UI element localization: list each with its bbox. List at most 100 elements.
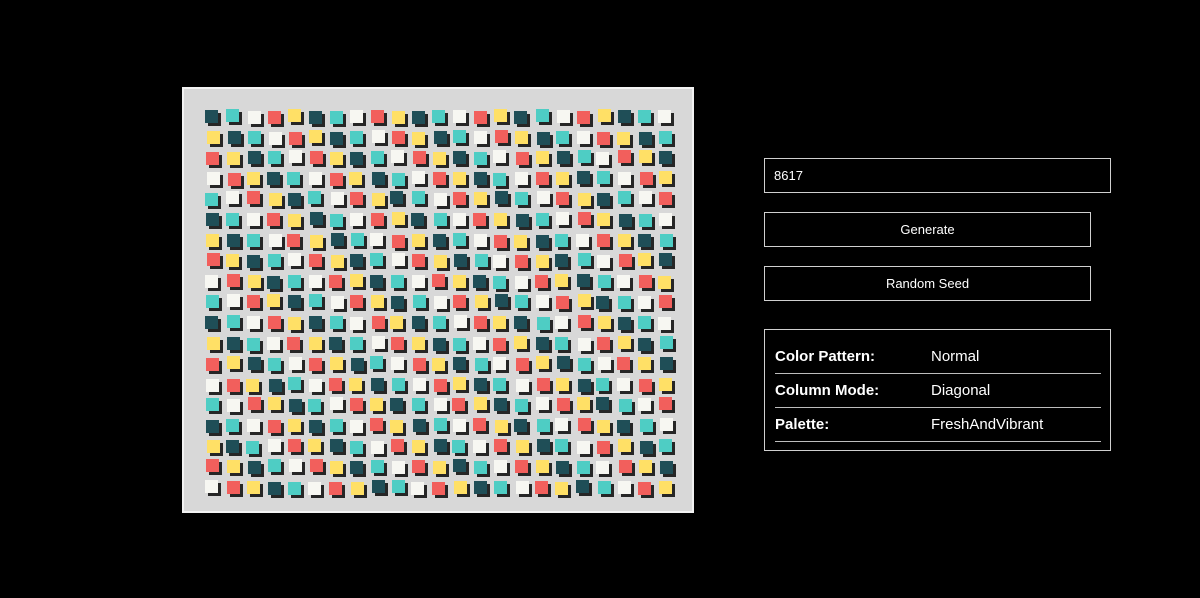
tile (350, 213, 364, 226)
tile (226, 152, 240, 166)
tile (391, 150, 405, 164)
tile (330, 192, 344, 206)
tile (555, 336, 569, 350)
tile (369, 356, 383, 370)
tile (473, 461, 487, 475)
tile (660, 461, 674, 475)
tile (617, 357, 630, 371)
tile (454, 254, 468, 268)
tile (453, 232, 467, 246)
tile (516, 358, 529, 372)
tile (248, 130, 262, 144)
tile (205, 274, 218, 288)
tile (637, 253, 651, 267)
tile (392, 111, 406, 124)
tile (659, 295, 673, 309)
tile (226, 294, 240, 308)
tile (309, 420, 322, 433)
tile (289, 150, 303, 164)
tile (391, 438, 405, 452)
tile (535, 151, 549, 165)
tile (267, 151, 281, 165)
tile (309, 358, 322, 372)
tile (369, 398, 383, 412)
tile (453, 274, 467, 288)
tile (515, 130, 528, 144)
tile (556, 171, 570, 185)
tile (618, 191, 631, 205)
tile (413, 377, 426, 391)
tile (248, 461, 262, 475)
tile (309, 316, 322, 329)
tile (536, 419, 550, 432)
tile (330, 255, 344, 269)
tile (246, 440, 260, 454)
tile (308, 399, 321, 413)
tile (350, 273, 364, 287)
tile (390, 398, 404, 412)
tile (288, 481, 302, 495)
tile (555, 254, 569, 268)
tile (412, 398, 425, 412)
tile (556, 192, 570, 206)
tile (575, 233, 589, 247)
tile (432, 461, 446, 475)
tile (329, 214, 343, 227)
tile (617, 274, 630, 288)
tile (433, 130, 447, 144)
tile (557, 398, 571, 412)
tile (576, 111, 590, 124)
tile (308, 438, 321, 452)
tile (329, 419, 343, 432)
tile (287, 171, 301, 185)
tile (266, 294, 280, 308)
tile (350, 130, 364, 144)
tile (536, 131, 550, 145)
tile (454, 315, 468, 328)
tile (391, 357, 405, 371)
tile (516, 439, 529, 453)
tile (370, 440, 384, 454)
tile (411, 481, 424, 495)
tile (659, 130, 673, 144)
artwork-canvas (182, 87, 694, 513)
tile (329, 397, 343, 411)
tile (637, 337, 651, 351)
tile (618, 110, 631, 123)
tile (433, 255, 447, 269)
tile (349, 377, 363, 391)
tile (597, 420, 611, 433)
tile (453, 376, 467, 390)
tile (659, 438, 673, 452)
random-seed-button[interactable]: Random Seed (764, 266, 1091, 301)
tile (659, 253, 673, 267)
tile (411, 213, 424, 226)
generate-button[interactable]: Generate (764, 212, 1091, 247)
tile (659, 151, 673, 165)
tile (660, 233, 674, 247)
tile (225, 213, 239, 226)
tile (266, 336, 280, 350)
palette-value: FreshAndVibrant (931, 416, 1044, 433)
tile (598, 316, 612, 329)
tile (596, 152, 610, 166)
tile (206, 420, 219, 433)
tile (555, 438, 569, 452)
tile (453, 192, 467, 206)
tile (413, 295, 426, 309)
tile (288, 317, 302, 330)
seed-input[interactable] (764, 158, 1111, 193)
tile (618, 233, 631, 247)
tile (227, 130, 241, 144)
tile (473, 316, 487, 329)
tile (637, 398, 651, 412)
tile (267, 481, 281, 495)
column-mode-value: Diagonal (931, 382, 991, 399)
tile (536, 191, 550, 205)
tile (412, 439, 425, 453)
tile (206, 378, 219, 392)
tile (577, 294, 591, 308)
tile (328, 336, 342, 350)
tile (308, 191, 321, 205)
tile (226, 273, 240, 287)
